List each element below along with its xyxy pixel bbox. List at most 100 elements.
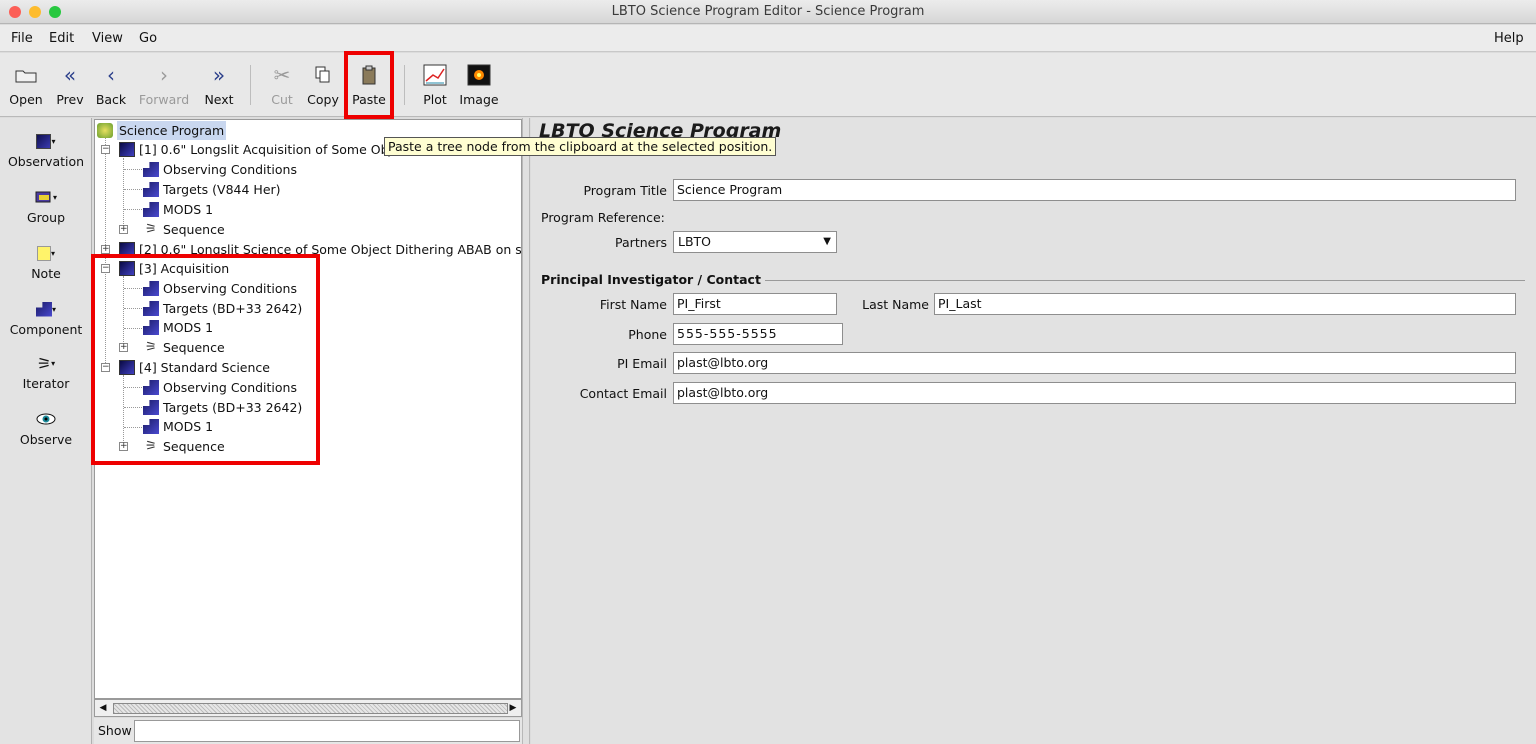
paste-tooltip: Paste a tree node from the clipboard at … [384,137,777,156]
partners-select[interactable]: LBTO ▼ [673,231,837,253]
phone-label: Phone [628,327,667,342]
window-title: LBTO Science Program Editor - Science Pr… [611,4,925,19]
scroll-right-icon[interactable]: ▶ [506,701,520,715]
back-button[interactable]: ‹ Back [95,61,127,107]
last-name-input[interactable]: PI_Last [934,293,1516,315]
scroll-left-icon[interactable]: ◀ [96,701,110,715]
tree-connector [124,189,142,190]
tree-node-label: Science Program [117,121,227,140]
show-label: Show [98,723,132,738]
tree-node-targets[interactable]: Targets (V844 Her) [143,180,281,199]
observation-icon: ▾ [0,130,92,152]
collapse-toggle[interactable]: − [101,145,110,154]
zoom-window-button[interactable] [49,6,61,18]
pi-email-input[interactable]: plast@lbto.org [673,352,1516,374]
copy-button[interactable]: Copy [305,61,341,107]
menu-edit[interactable]: Edit [49,31,74,46]
tree-node-label: Observing Conditions [163,162,297,177]
plot-label: Plot [423,92,447,107]
minimize-window-button[interactable] [29,6,41,18]
program-icon [97,123,113,138]
double-chevron-right-icon: » [212,63,226,87]
tree-node-conditions[interactable]: Observing Conditions [143,160,297,179]
folder-icon [8,61,44,89]
image-label: Image [459,92,499,107]
component-icon: ▾ [0,298,92,320]
open-button[interactable]: Open [8,61,44,107]
sequence-icon: ⚞ [145,222,157,237]
menu-bar: File Edit View Go Help [0,25,1536,52]
show-input[interactable] [134,720,520,742]
first-name-input[interactable]: PI_First [673,293,837,315]
program-title-input[interactable]: Science Program [673,179,1516,201]
prev-label: Prev [56,92,84,107]
menu-go[interactable]: Go [139,31,157,46]
tree-node-observation-1[interactable]: [1] 0.6" Longslit Acquisition of Some Ob… [119,140,392,159]
forward-button[interactable]: › Forward [137,61,191,107]
group-icon: ▾ [0,186,92,208]
window-controls [9,6,61,18]
eye-icon [0,408,92,430]
plot-button[interactable]: Plot [419,61,451,107]
menu-file[interactable]: File [11,31,33,46]
toolbar-separator [250,65,251,105]
palette-iterator[interactable]: ⚞ ▾ Iterator [0,352,92,392]
show-filter-bar: Show [94,718,522,744]
palette-observe-label: Observe [19,432,73,447]
iterator-icon: ⚞ ▾ [36,353,56,373]
cut-label: Cut [271,92,293,107]
plot-icon [419,61,451,89]
palette-group[interactable]: ▾ Group [0,186,92,225]
scrollbar-thumb[interactable] [113,703,508,714]
expand-toggle[interactable]: + [119,225,128,234]
paste-highlight-box [344,51,394,119]
section-divider [765,280,1525,281]
next-label: Next [204,92,234,107]
chevron-down-icon: ▼ [823,236,831,247]
copy-icon [305,61,341,89]
menu-view[interactable]: View [92,31,123,46]
tree-connector [124,169,142,170]
component-icon [143,182,159,197]
first-name-label: First Name [599,297,667,312]
contact-email-label: Contact Email [579,386,667,401]
note-icon: ▾ [0,242,92,264]
double-chevron-left-icon: « [63,63,77,87]
panel-splitter[interactable] [522,118,530,744]
menu-help[interactable]: Help [1494,31,1524,46]
toolbar: Open « Prev ‹ Back › Forward » Next ✂ Cu… [0,53,1536,117]
tree-node-sequence[interactable]: ⚞ Sequence [143,220,225,239]
next-button[interactable]: » Next [201,61,237,107]
scissors-icon: ✂ [273,63,291,87]
image-button[interactable]: Image [459,61,499,107]
image-icon [459,61,499,89]
tree-node-label: [1] 0.6" Longslit Acquisition of Some Ob… [139,142,392,157]
program-reference-label: Program Reference: [541,210,665,225]
open-label: Open [9,92,43,107]
palette-group-label: Group [26,210,66,225]
tree-node-root[interactable]: Science Program [97,121,227,140]
copy-label: Copy [307,92,339,107]
component-icon [143,162,159,177]
pi-section-heading: Principal Investigator / Contact [541,272,761,287]
close-window-button[interactable] [9,6,21,18]
tree-node-label: MODS 1 [163,202,214,217]
chevron-left-icon: ‹ [107,63,115,87]
expand-toggle[interactable]: + [101,245,110,254]
cut-button[interactable]: ✂ Cut [266,61,298,107]
tree-node-instrument[interactable]: MODS 1 [143,200,213,219]
palette-observe[interactable]: Observe [0,408,92,447]
palette-note[interactable]: ▾ Note [0,242,92,281]
palette-observation[interactable]: ▾ Observation [0,130,92,169]
observation-icon [119,142,135,157]
palette-component[interactable]: ▾ Component [0,298,92,337]
prev-button[interactable]: « Prev [54,61,86,107]
contact-email-input[interactable]: plast@lbto.org [673,382,1516,404]
tree-node-label: Sequence [163,222,225,237]
window-titlebar: LBTO Science Program Editor - Science Pr… [0,0,1536,24]
palette-note-label: Note [31,266,61,281]
pi-email-label: PI Email [617,356,667,371]
tree-node-label: Targets (V844 Her) [163,182,281,197]
phone-input[interactable]: 555-555-5555 [673,323,843,345]
tree-horizontal-scrollbar[interactable]: ◀ ▶ [94,699,522,717]
